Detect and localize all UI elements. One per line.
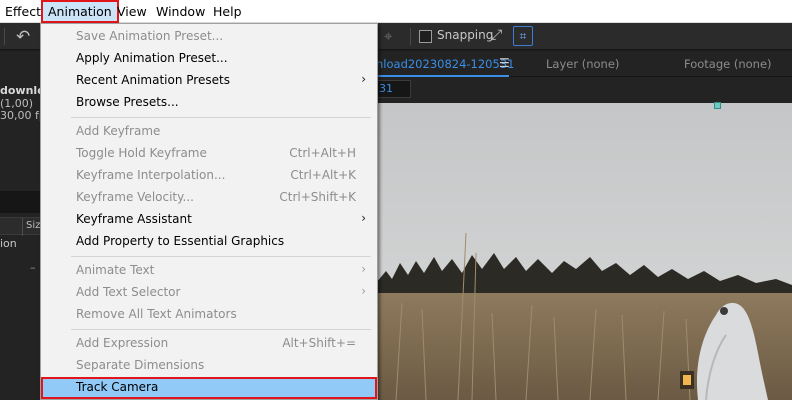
composition-breadcrumb[interactable]: 31	[376, 80, 411, 98]
menu-separator	[71, 256, 371, 257]
menu-item-label: Track Camera	[76, 380, 159, 394]
snapping-checkbox[interactable]	[419, 30, 432, 43]
menu-item-label: Separate Dimensions	[76, 358, 205, 372]
column-divider[interactable]	[22, 218, 23, 236]
project-item-name: downloa	[0, 84, 40, 97]
snap-arrow-icon[interactable]: ⤢	[491, 27, 502, 43]
menu-item-add-property-to-essential-graphics[interactable]: Add Property to Essential Graphics	[42, 231, 376, 253]
menu-item-label: Save Animation Preset...	[76, 29, 224, 43]
menu-item-save-animation-preset[interactable]: Save Animation Preset...	[42, 26, 376, 48]
menu-item-label: Add Text Selector	[76, 285, 181, 299]
snapping-label: Snapping	[437, 28, 494, 42]
menu-item-add-text-selector[interactable]: Add Text Selector ›	[42, 282, 376, 304]
menu-item-shortcut: Ctrl+Alt+K	[290, 168, 356, 182]
menu-item-label: Keyframe Assistant	[76, 212, 192, 226]
menu-item-label: Toggle Hold Keyframe	[76, 146, 207, 160]
submenu-chevron-icon: ›	[361, 72, 366, 86]
tab-footage[interactable]: Footage (none)	[684, 57, 772, 71]
layer-handle[interactable]	[714, 102, 721, 109]
menu-effect[interactable]: Effect	[0, 0, 46, 23]
menu-item-remove-all-text-animators[interactable]: Remove All Text Animators	[42, 304, 376, 326]
menu-help[interactable]: Help	[208, 0, 247, 23]
menu-item-label: Browse Presets...	[76, 95, 179, 109]
menu-view[interactable]: View	[112, 0, 152, 23]
menu-item-keyframe-interpolation[interactable]: Keyframe Interpolation... Ctrl+Alt+K	[42, 165, 376, 187]
menu-animation[interactable]: Animation	[41, 0, 119, 23]
submenu-chevron-icon: ›	[361, 284, 366, 298]
menu-item-label: Add Property to Essential Graphics	[76, 234, 285, 248]
snap-target-icon[interactable]: ⌗	[513, 26, 533, 46]
menu-item-toggle-hold-keyframe[interactable]: Toggle Hold Keyframe Ctrl+Alt+H	[42, 143, 376, 165]
menu-item-recent-animation-presets[interactable]: Recent Animation Presets ›	[42, 70, 376, 92]
toolbar-divider	[4, 28, 5, 45]
menu-item-label: Add Keyframe	[76, 124, 161, 138]
menu-item-label: Keyframe Interpolation...	[76, 168, 226, 182]
hamburger-icon[interactable]: ☰	[499, 56, 510, 70]
menu-separator	[71, 329, 371, 330]
menu-item-label: Add Expression	[76, 336, 169, 350]
viewer-photo	[376, 103, 792, 400]
after-effects-window: Effect Animation View Window Help ↶ ⌖ Sn…	[0, 0, 792, 400]
animation-menu: Save Animation Preset... Apply Animation…	[40, 23, 378, 400]
menu-item-label: Apply Animation Preset...	[76, 51, 228, 65]
menu-item-browse-presets[interactable]: Browse Presets...	[42, 92, 376, 114]
composition-tabs: nload20230824-120531 ☰ Layer (none) Foot…	[376, 51, 792, 77]
project-panel: downloa (1,00) 30,00 fps Size ion –	[0, 51, 40, 400]
project-item-fps: 30,00 fps	[0, 109, 40, 122]
undo-icon[interactable]: ↶	[16, 27, 30, 47]
menu-item-keyframe-velocity[interactable]: Keyframe Velocity... Ctrl+Shift+K	[42, 187, 376, 209]
menu-separator	[71, 117, 371, 118]
menu-item-label: Animate Text	[76, 263, 155, 277]
tab-layer[interactable]: Layer (none)	[546, 57, 619, 71]
menu-item-separate-dimensions[interactable]: Separate Dimensions	[42, 355, 376, 377]
search-bar[interactable]	[0, 191, 40, 213]
menu-item-label: Remove All Text Animators	[76, 307, 237, 321]
menu-item-add-keyframe[interactable]: Add Keyframe	[42, 121, 376, 143]
submenu-chevron-icon: ›	[361, 262, 366, 276]
composition-breadcrumb-bar: 31	[376, 77, 792, 103]
menu-item-apply-animation-preset[interactable]: Apply Animation Preset...	[42, 48, 376, 70]
composition-viewer[interactable]	[376, 103, 792, 400]
menu-window[interactable]: Window	[151, 0, 210, 23]
size-column-header[interactable]: Size	[26, 220, 40, 231]
menu-item-shortcut: Ctrl+Shift+K	[279, 190, 356, 204]
menu-item-label: Keyframe Velocity...	[76, 190, 194, 204]
menu-item-add-expression[interactable]: Add Expression Alt+Shift+=	[42, 333, 376, 355]
tab-composition[interactable]: nload20230824-120531	[376, 57, 514, 71]
menubar: Effect Animation View Window Help	[0, 0, 792, 23]
menu-item-keyframe-assistant[interactable]: Keyframe Assistant ›	[42, 209, 376, 231]
submenu-chevron-icon: ›	[361, 211, 366, 225]
menu-item-animate-text[interactable]: Animate Text ›	[42, 260, 376, 282]
menu-item-shortcut: Alt+Shift+=	[282, 336, 356, 350]
menu-item-track-camera[interactable]: Track Camera	[41, 377, 377, 399]
pin-tool-icon[interactable]: ⌖	[384, 27, 392, 45]
project-row[interactable]: ion	[0, 237, 17, 250]
project-column-header: Size	[0, 217, 40, 236]
project-row-size: –	[30, 261, 36, 274]
toolbar-divider	[410, 28, 411, 45]
menu-item-label: Recent Animation Presets	[76, 73, 230, 87]
menu-item-shortcut: Ctrl+Alt+H	[289, 146, 356, 160]
